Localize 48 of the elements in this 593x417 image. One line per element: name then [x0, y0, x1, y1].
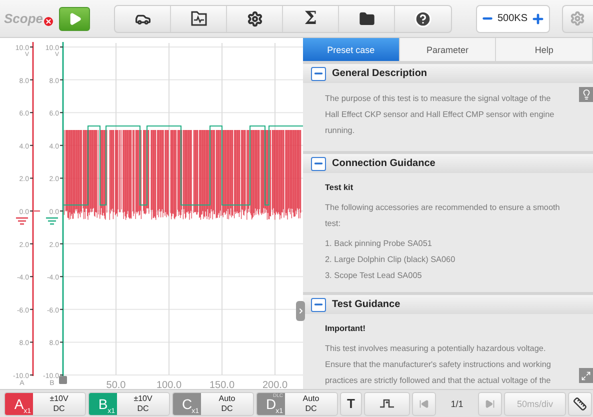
- folder-icon: [358, 10, 375, 26]
- trigger-button[interactable]: T: [340, 392, 362, 416]
- increase-button[interactable]: [530, 12, 545, 26]
- settings-icon: [570, 11, 586, 26]
- skip-back-icon: [419, 398, 429, 408]
- lightbulb-icon[interactable]: [579, 87, 593, 102]
- panel-toggle-handle[interactable]: [296, 301, 305, 321]
- panel-tab[interactable]: Preset case: [303, 38, 400, 61]
- rising-edge-icon: [380, 399, 394, 408]
- trigger-edge-button[interactable]: [364, 392, 410, 416]
- section-title: General Description: [332, 68, 428, 79]
- paragraph: The following accessories are recommended to ensure a smooth test:: [325, 202, 561, 230]
- collapse-button[interactable]: [311, 298, 326, 312]
- play-icon: [68, 12, 82, 26]
- play-button[interactable]: [59, 6, 90, 30]
- subheading: Test kit: [325, 183, 354, 192]
- trigger-marker-icon[interactable]: [59, 376, 67, 384]
- ruler-button[interactable]: [568, 392, 592, 416]
- list-item: 1. Back pinning Probe SA051: [325, 238, 433, 250]
- paragraph: This test involves measuring a potentially hazardous voltage. Ensure that the manufacturer's safety instructions and working practices are strictly followed and that the actual voltage of the: [325, 343, 552, 387]
- help-icon: [414, 10, 432, 28]
- time-axis-label: 150.0: [209, 380, 235, 390]
- ground-marker-icon: [45, 217, 59, 225]
- settings-icon: [246, 10, 263, 26]
- time-axis-label: 100.0: [156, 380, 182, 390]
- ground-marker-icon: [15, 217, 29, 225]
- paragraph: The purpose of this test is to measure the signal voltage of the Hall Effect CKP sensor and Hall Effect CMP sensor with engine running.: [325, 93, 556, 137]
- section-header[interactable]: Connection Guidance: [303, 151, 593, 173]
- list-item: 3. Scope Test Lead SA005: [325, 270, 423, 282]
- list-item: 2. Large Dolphin Clip (black) SA060: [325, 254, 456, 266]
- page-indicator: 1/1: [450, 398, 464, 408]
- plus-icon: [530, 12, 545, 26]
- sum-button[interactable]: Σ: [283, 6, 340, 32]
- collapse-button[interactable]: [311, 156, 326, 170]
- section-header[interactable]: Test Guidance: [303, 292, 593, 314]
- section-header[interactable]: General Description: [303, 61, 593, 83]
- expand-icon[interactable]: [579, 368, 593, 383]
- section-title: Connection Guidance: [332, 158, 436, 169]
- waveform-folder-icon: [190, 11, 207, 26]
- time-axis-label: 50.0: [106, 380, 126, 390]
- ruler-icon: [573, 396, 587, 410]
- sample-rate-value: 500KS: [498, 13, 528, 24]
- collapse-button[interactable]: [311, 66, 326, 80]
- app-logo: Scope: [4, 11, 44, 26]
- subheading: Important!: [325, 324, 366, 333]
- skip-forward-icon: [485, 398, 495, 408]
- time-axis-label: 200.0: [262, 380, 288, 390]
- section-title: Test Guidance: [332, 299, 400, 310]
